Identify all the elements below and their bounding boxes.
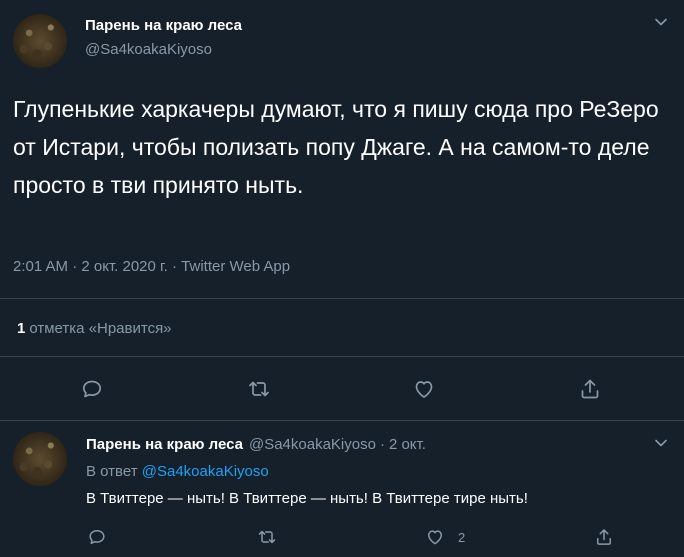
share-icon[interactable] xyxy=(594,527,614,547)
chevron-down-icon[interactable] xyxy=(653,14,669,30)
likes-label: отметка «Нравится» xyxy=(29,320,172,337)
chevron-down-icon[interactable] xyxy=(653,435,669,451)
separator-dot: · xyxy=(379,436,385,453)
reply-author-handle[interactable]: @Sa4koakaKiyoso xyxy=(249,436,376,453)
retweet-icon[interactable] xyxy=(247,377,271,401)
heart-icon[interactable] xyxy=(412,377,436,401)
reply-text: В Твиттере — ныть! В Твиттере — ныть! В … xyxy=(86,490,528,507)
in-reply-handle-link[interactable]: @Sa4koakaKiyoso xyxy=(142,463,269,480)
reply-like-count: 2 xyxy=(458,530,466,545)
avatar[interactable] xyxy=(13,14,67,68)
reply-author-name[interactable]: Парень на краю леса xyxy=(86,436,243,453)
heart-icon[interactable] xyxy=(425,527,445,547)
tweet-text: Глупенькие харкачеры думают, что я пишу … xyxy=(13,96,659,198)
tweet-meta[interactable]: 2:01 AM · 2 окт. 2020 г. · Twitter Web A… xyxy=(13,258,290,275)
avatar[interactable] xyxy=(13,432,67,486)
reply-icon[interactable] xyxy=(87,527,107,547)
author-name[interactable]: Парень на краю леса xyxy=(85,17,242,34)
reply-date[interactable]: 2 окт. xyxy=(389,436,426,453)
tweet-thread: Парень на краю леса @Sa4koakaKiyoso Глуп… xyxy=(0,0,684,557)
divider xyxy=(0,420,684,421)
divider xyxy=(0,298,684,299)
likes-summary[interactable]: 1 отметка «Нравится» xyxy=(17,320,172,337)
likes-count: 1 xyxy=(17,320,26,337)
in-reply-to: В ответ @Sa4koakaKiyoso xyxy=(86,463,269,480)
retweet-icon[interactable] xyxy=(257,527,277,547)
in-reply-prefix: В ответ xyxy=(86,463,138,480)
divider xyxy=(0,356,684,357)
reply-icon[interactable] xyxy=(80,377,104,401)
reply-header[interactable]: Парень на краю леса @Sa4koakaKiyoso · 2 окт… xyxy=(86,436,426,453)
share-icon[interactable] xyxy=(578,377,602,401)
author-handle[interactable]: @Sa4koakaKiyoso xyxy=(85,41,212,58)
